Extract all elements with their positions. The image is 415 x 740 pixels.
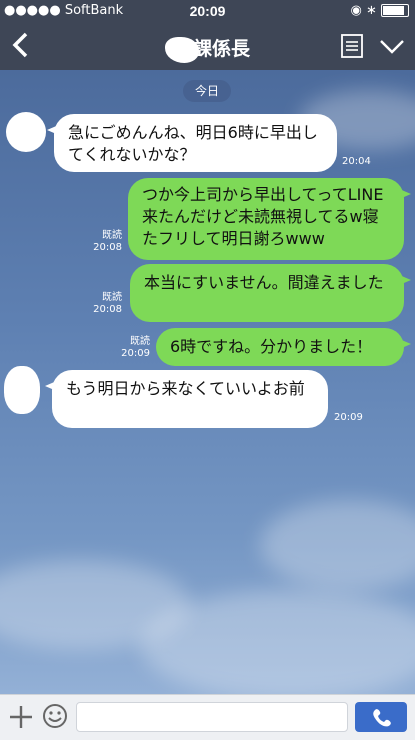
input-bar — [0, 694, 415, 740]
message-bubble-incoming[interactable]: もう明日から来なくていいよお前 — [45, 370, 328, 428]
message-time: 20:04 — [342, 156, 371, 167]
message-text: つか今上司から早出してってLINE来たんだけど未読無視してるw寝たフリして明日謝… — [142, 185, 384, 248]
avatar[interactable] — [4, 366, 40, 414]
message-time: 20:08 — [93, 242, 122, 253]
cloud — [260, 500, 415, 590]
call-button[interactable] — [355, 702, 407, 732]
read-receipt: 既読 20:08 — [84, 230, 122, 254]
chat-area[interactable]: 今日 急にごめんんね、明日6時に早出してくれないかな？ 20:04 既読 20:… — [0, 70, 415, 694]
battery-icon — [381, 4, 409, 17]
message-text: 本当にすいません。間違えました — [144, 273, 384, 292]
read-label: 既読 — [102, 230, 122, 241]
message-time: 20:09 — [334, 412, 363, 423]
message-bubble-outgoing[interactable]: 6時ですね。分かりました！ — [156, 328, 411, 366]
message-time: 20:09 — [121, 348, 150, 359]
message-text: 6時ですね。分かりました！ — [170, 337, 373, 356]
read-label: 既読 — [130, 336, 150, 347]
status-right-icons: ◉ ∗ — [350, 3, 409, 18]
message-bubble-outgoing[interactable]: つか今上司から早出してってLINE来たんだけど未読無視してるw寝たフリして明日謝… — [128, 178, 411, 260]
smile-icon[interactable] — [42, 703, 68, 729]
message-text: 急にごめんんね、明日6時に早出してくれないかな？ — [68, 123, 318, 164]
status-icons-text: ◉ ∗ — [350, 3, 377, 18]
plus-icon[interactable] — [8, 704, 34, 730]
chat-header: 課係長 — [0, 22, 415, 70]
chevron-down-icon[interactable] — [379, 36, 405, 56]
chat-title-text: 課係長 — [192, 38, 250, 60]
status-bar: ●●●●● SoftBank 20:09 ◉ ∗ — [0, 0, 415, 22]
read-receipt: 既読 20:09 — [110, 336, 150, 360]
read-label: 既読 — [102, 292, 122, 303]
menu-list-icon[interactable] — [341, 34, 363, 58]
message-bubble-outgoing[interactable]: 本当にすいません。間違えました — [130, 264, 411, 322]
read-receipt: 既読 20:08 — [84, 292, 122, 316]
message-text: もう明日から来なくていいよお前 — [66, 379, 305, 398]
avatar[interactable] — [6, 112, 46, 152]
message-time: 20:08 — [93, 304, 122, 315]
message-input[interactable] — [76, 702, 348, 732]
date-divider: 今日 — [183, 80, 231, 102]
phone-icon — [373, 709, 391, 727]
message-bubble-incoming[interactable]: 急にごめんんね、明日6時に早出してくれないかな？ — [47, 114, 337, 172]
